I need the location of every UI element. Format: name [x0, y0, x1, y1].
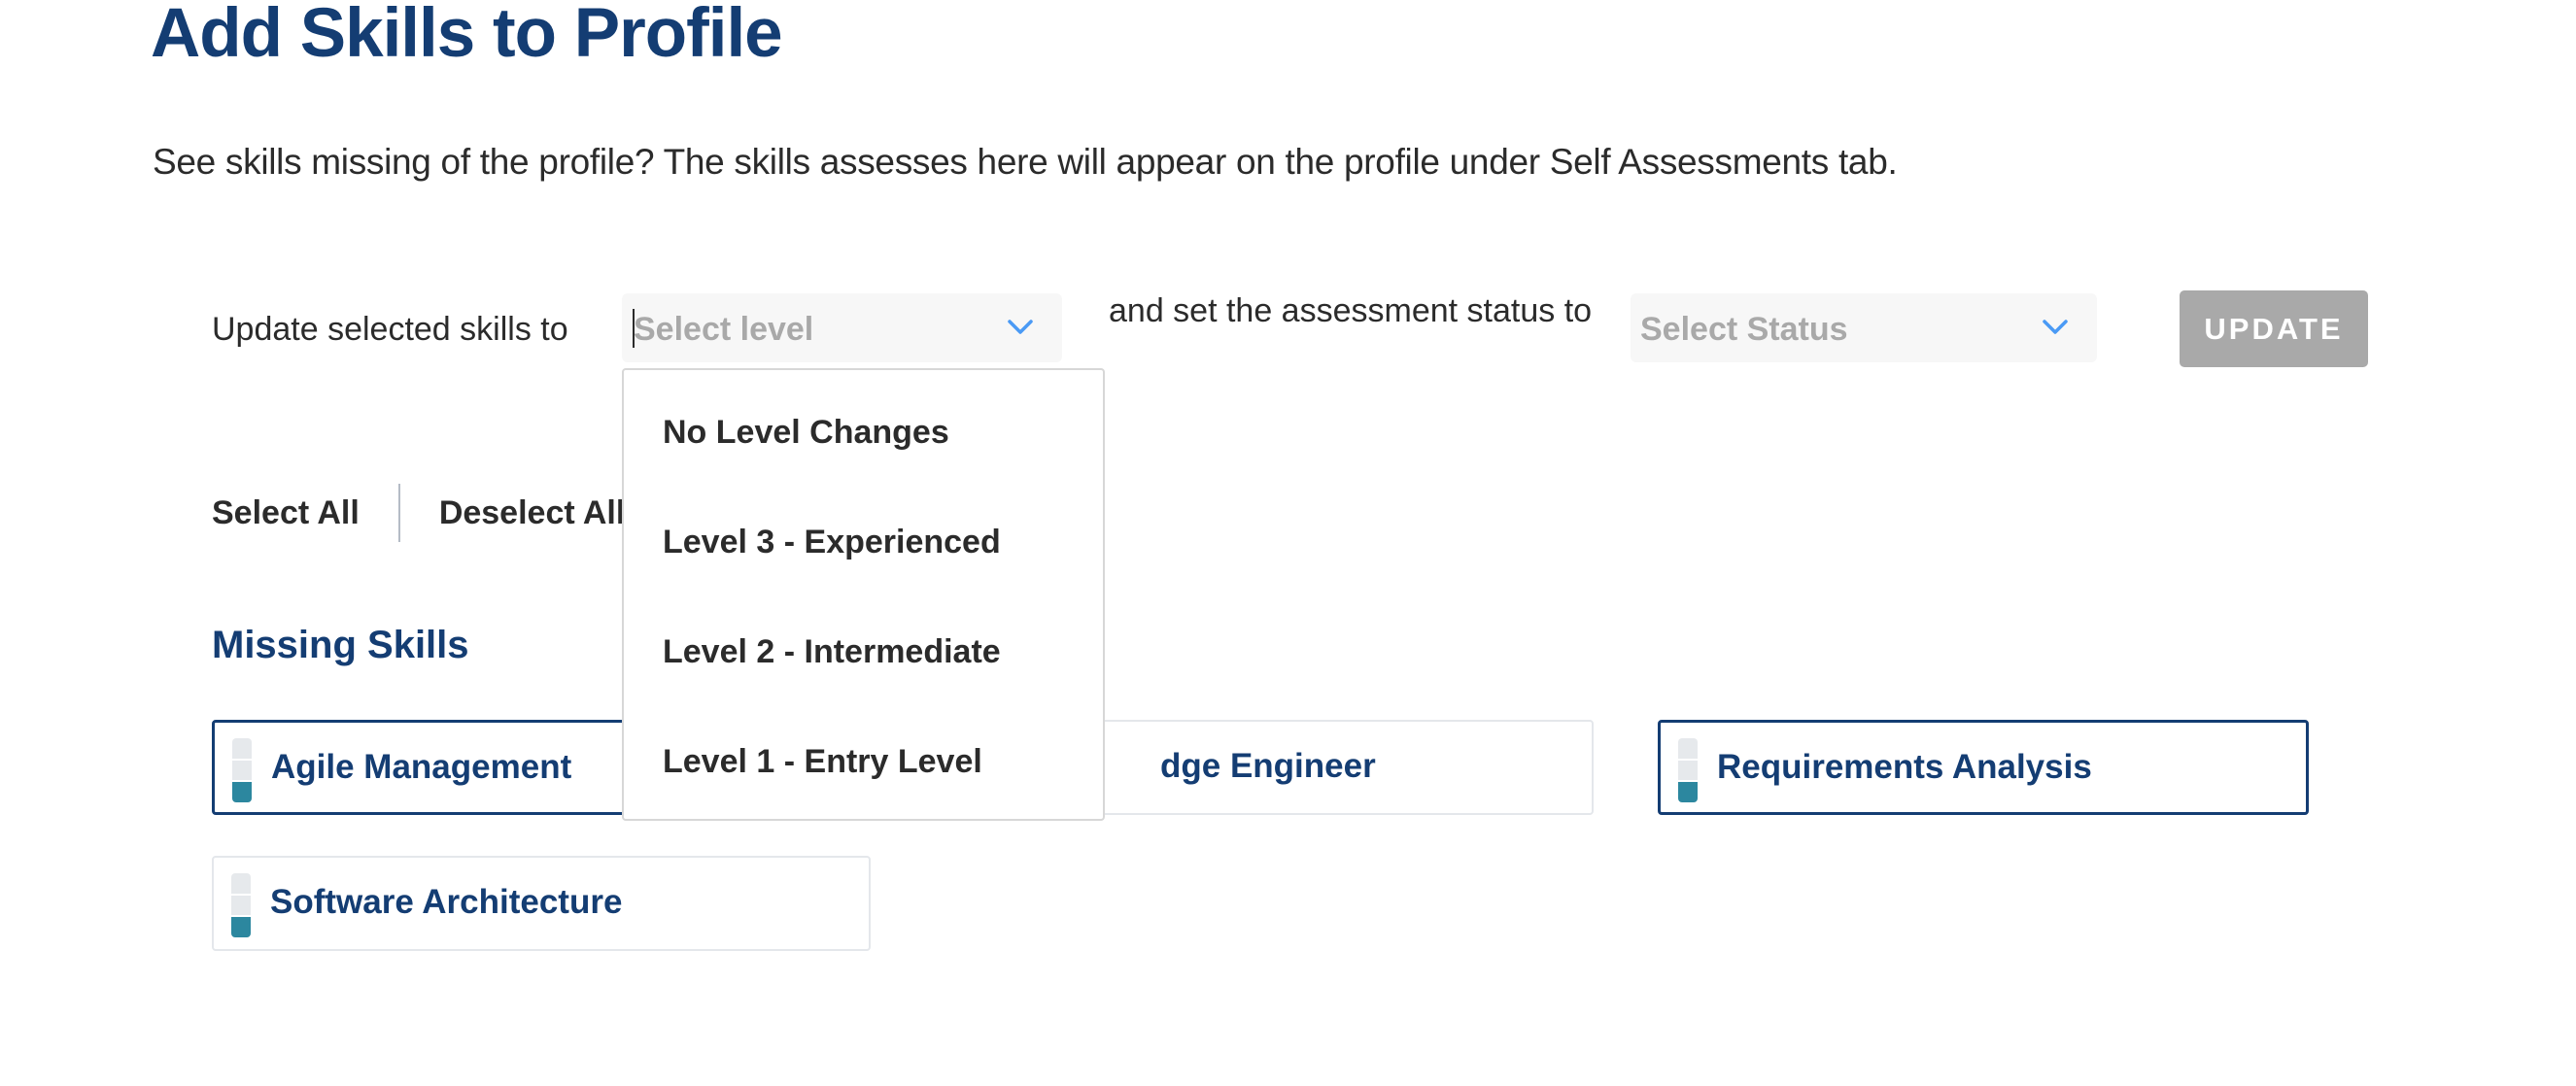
level-indicator-icon: [231, 873, 251, 938]
level-segment-1: [231, 917, 251, 938]
page-title: Add Skills to Profile: [151, 0, 783, 72]
level-option-1[interactable]: Level 1 - Entry Level: [624, 743, 1103, 853]
skill-name: Software Architecture: [270, 883, 623, 921]
update-skills-label: Update selected skills to: [212, 311, 568, 348]
skill-card[interactable]: Software Architecture: [212, 856, 871, 951]
level-indicator-icon: [1678, 738, 1698, 803]
level-segment-3: [232, 738, 252, 759]
status-select-placeholder: Select Status: [1640, 311, 1848, 348]
select-all-link[interactable]: Select All: [212, 494, 360, 532]
update-button[interactable]: UPDATE: [2180, 290, 2368, 367]
level-option-2[interactable]: Level 2 - Intermediate: [624, 633, 1103, 743]
level-option-no-change[interactable]: No Level Changes: [624, 414, 1103, 524]
skill-name: Agile Management: [271, 748, 572, 786]
level-segment-1: [232, 782, 252, 803]
level-dropdown-menu: No Level Changes Level 3 - Experienced L…: [622, 368, 1105, 821]
deselect-all-link[interactable]: Deselect All: [439, 494, 626, 532]
missing-skills-title: Missing Skills: [212, 624, 469, 666]
level-indicator-icon: [232, 738, 252, 803]
level-segment-1: [1678, 782, 1698, 803]
level-option-3[interactable]: Level 3 - Experienced: [624, 524, 1103, 633]
divider: [397, 484, 400, 542]
bulk-actions: Select All Deselect All: [212, 482, 625, 544]
skill-name: Requirements Analysis: [1717, 748, 2092, 786]
level-segment-2: [231, 895, 251, 916]
level-select-placeholder: Select level: [634, 311, 814, 348]
level-segment-2: [1678, 760, 1698, 781]
level-select[interactable]: Select level: [622, 293, 1062, 362]
level-segment-3: [231, 873, 251, 894]
status-label: and set the assessment status to: [1109, 292, 1593, 329]
skill-name: dge Engineer: [1160, 747, 1376, 785]
chevron-down-icon: [2043, 320, 2068, 334]
skill-card[interactable]: Requirements Analysis: [1658, 720, 2309, 815]
level-segment-2: [232, 760, 252, 781]
page-description: See skills missing of the profile? The s…: [153, 142, 1898, 182]
level-segment-3: [1678, 738, 1698, 759]
status-select[interactable]: Select Status: [1631, 293, 2097, 362]
chevron-down-icon: [1008, 320, 1033, 334]
